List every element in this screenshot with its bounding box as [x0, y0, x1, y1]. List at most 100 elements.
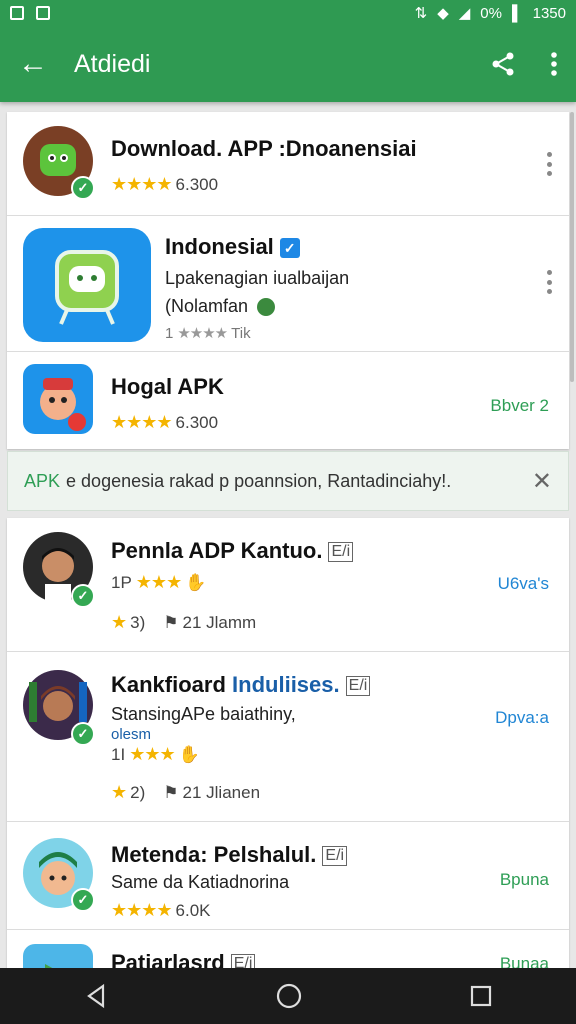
close-icon[interactable]: ✕: [532, 467, 552, 496]
star-rating-icon: ★★★: [135, 572, 182, 592]
gallery-notification-icon: [10, 6, 24, 20]
open-button[interactable]: U6va's: [498, 574, 549, 594]
recents-nav-icon[interactable]: [469, 984, 493, 1008]
meta-left: 3): [130, 612, 146, 632]
app-name: Patiarlasrd E/i: [111, 950, 256, 968]
app-rating: ★★★★ 6.0K: [111, 900, 211, 921]
app-icon: [23, 228, 151, 342]
editors-tag: E/i: [230, 954, 256, 968]
flag-icon: ⚑: [163, 612, 179, 632]
list-item[interactable]: ✓ Kankfioard Induliises. E/i StansingAPe …: [7, 652, 569, 822]
app-icon: [23, 944, 93, 968]
list-item[interactable]: Patiarlasrd E/i Bunaa: [7, 930, 569, 968]
app-list-card: ✓ Pennla ADP Kantuo. E/i 1P ★★★ ✋ ★ 3) ⚑ …: [7, 518, 569, 968]
rating-text: Tik: [231, 324, 251, 342]
item-menu-icon[interactable]: [547, 152, 553, 176]
app-name-text: Kankfioard: [111, 672, 226, 697]
star-icon: ★: [111, 612, 127, 632]
star-rating-icon: ★★★★: [111, 900, 173, 920]
editors-tag: E/i: [345, 676, 371, 697]
item-menu-icon[interactable]: [547, 270, 553, 294]
star-rating-icon: ★★★: [129, 744, 175, 764]
info-banner: APK e dogenesia rakad p poannsion, Ranta…: [7, 451, 569, 511]
app-name-text: Patiarlasrd: [111, 950, 225, 968]
rating-count: 6.300: [175, 174, 219, 194]
network-icon: ◆: [437, 5, 449, 22]
top-bar: ⇅ ◆ ◢ 0% ▌ 1350 ← Atdiedi: [0, 0, 576, 102]
app-name: Metenda: Pelshalul. E/i: [111, 842, 348, 868]
globe-icon: [257, 298, 276, 317]
app-meta: ★ 2) ⚑ 21 Jlianen: [111, 782, 260, 803]
app-icon: [23, 364, 93, 434]
thumbs-up-icon: ✋: [185, 572, 207, 592]
banner-text: e dogenesia rakad p poannsion, Rantadinc…: [66, 470, 452, 491]
status-bar: ⇅ ◆ ◢ 0% ▌ 1350: [0, 0, 576, 26]
install-button[interactable]: Bunaa: [500, 954, 549, 968]
install-button[interactable]: Bpuna: [500, 870, 549, 890]
app-description: StansingAPe baiathiny,: [111, 704, 296, 724]
list-item[interactable]: ✓ Download. APP :Dnoanensiai ★★★★ 6.300: [7, 112, 569, 216]
rating-count: 6.300: [175, 412, 219, 432]
verified-check-icon: ✓: [71, 176, 95, 200]
meta-right: 21 Jlamm: [182, 612, 257, 632]
rating-count: 6.0K: [175, 900, 211, 920]
app-name: Pennla ADP Kantuo. E/i: [111, 538, 354, 564]
avatar: ✓: [23, 838, 95, 912]
star-rating-icon: ★★★★: [111, 412, 173, 432]
verified-check-icon: ✓: [71, 888, 95, 912]
share-icon[interactable]: [490, 51, 516, 77]
overflow-menu-icon[interactable]: [550, 51, 558, 77]
rating-prefix: 1I: [111, 744, 126, 764]
list-item[interactable]: Hogal APK ★★★★ 6.300 Bbver 2: [7, 352, 569, 449]
battery-icon: ▌: [511, 4, 523, 22]
verified-badge-icon: ✓: [279, 238, 300, 259]
home-nav-icon[interactable]: [275, 982, 303, 1010]
editors-tag: E/i: [328, 542, 354, 563]
star-rating-icon: ★★★★: [111, 174, 173, 194]
avatar: ✓: [23, 532, 95, 608]
app-description-extra: olesm: [111, 726, 152, 743]
app-publisher: Lpakenagian iualbaijan: [165, 268, 350, 288]
app-name-text: Pennla ADP Kantuo.: [111, 538, 323, 563]
install-button[interactable]: Bbver 2: [490, 396, 549, 416]
status-right: ⇅ ◆ ◢ 0% ▌ 1350: [414, 4, 566, 23]
navigation-bar: [0, 968, 576, 1024]
clock: 1350: [532, 4, 566, 22]
editors-tag: E/i: [322, 846, 348, 867]
list-item[interactable]: Indonesial ✓ Lpakenagian iualbaijan (Nola…: [7, 216, 569, 352]
app-category: (Nolamfan: [165, 296, 276, 317]
scrollbar[interactable]: [570, 112, 574, 382]
app-name: Indonesial ✓: [165, 234, 300, 260]
app-rating: 1I ★★★ ✋: [111, 744, 200, 765]
app-rating: ★★★★ 6.300: [111, 174, 218, 195]
image-notification-icon: [36, 6, 50, 20]
flag-icon: ⚑: [163, 782, 179, 802]
list-item[interactable]: ✓ Metenda: Pelshalul. E/i Same da Katiadn…: [7, 822, 569, 930]
avatar: ✓: [23, 670, 95, 746]
app-description: Same da Katiadnorina: [111, 872, 290, 892]
verified-check-icon: ✓: [71, 584, 95, 608]
app-rating: ★★★★ 6.300: [111, 412, 218, 433]
battery-text: 0%: [480, 4, 502, 22]
thumbs-up-icon: ✋: [178, 744, 200, 764]
app-name-text: Metenda: Pelshalul.: [111, 842, 317, 867]
rating-prefix: 1P: [111, 572, 132, 592]
app-meta: ★ 3) ⚑ 21 Jlamm: [111, 612, 256, 633]
wifi-icon: ⇅: [414, 5, 428, 22]
back-arrow-icon[interactable]: ←: [18, 47, 58, 81]
meta-left: 2): [130, 782, 146, 802]
app-bar: ← Atdiedi: [0, 26, 576, 102]
app-name-text: Indonesial: [165, 234, 274, 259]
banner-lead: APK: [24, 470, 61, 491]
back-nav-icon[interactable]: [83, 983, 109, 1009]
app-rating: 1P ★★★ ✋: [111, 572, 206, 593]
open-button[interactable]: Dpva:a: [495, 708, 549, 728]
app-rating: 1 ★★★★ Tik: [165, 324, 251, 343]
app-icon: ✓: [23, 126, 95, 200]
list-item[interactable]: ✓ Pennla ADP Kantuo. E/i 1P ★★★ ✋ ★ 3) ⚑ …: [7, 518, 569, 652]
signal-icon: ◢: [458, 5, 471, 22]
app-name: Download. APP :Dnoanensiai: [111, 136, 417, 161]
verified-check-icon: ✓: [71, 722, 95, 746]
star-icon: ★: [111, 782, 127, 802]
featured-card: ✓ Download. APP :Dnoanensiai ★★★★ 6.300: [7, 112, 569, 449]
